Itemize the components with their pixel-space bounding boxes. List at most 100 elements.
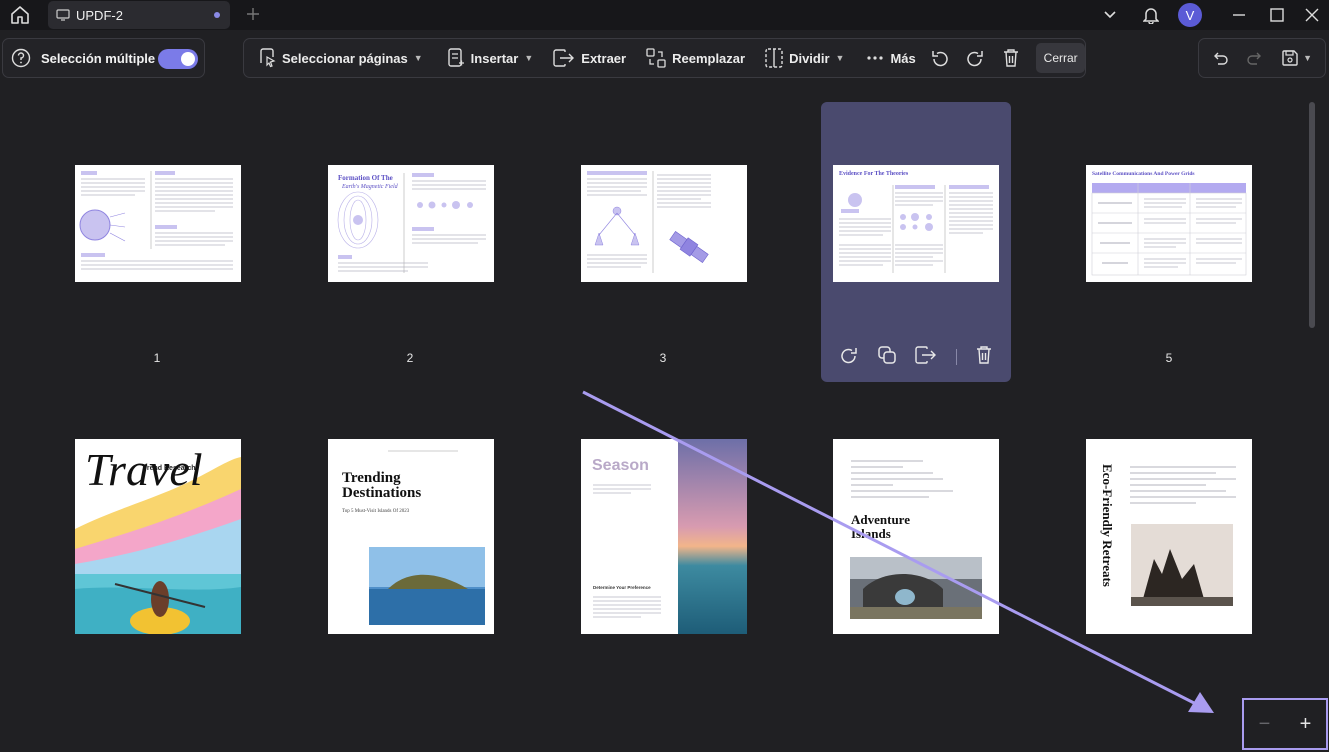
updf-organize-window: UPDF-2 V Selección múltiple Seleccionar …: [0, 0, 1329, 752]
duplicate-icon: [878, 345, 897, 364]
chevron-down-icon: ▼: [413, 53, 423, 63]
select-pages-button[interactable]: Seleccionar páginas ▼: [252, 43, 429, 73]
page-cell-6[interactable]: Trend Research Travel 6: [62, 435, 252, 685]
rotate-page-button[interactable]: [839, 345, 859, 370]
redo-button[interactable]: [1242, 43, 1268, 73]
select-pages-label: Seleccionar páginas: [282, 50, 408, 66]
help-icon[interactable]: [11, 48, 31, 68]
page-cell-4[interactable]: Evidence For The Theories: [821, 102, 1011, 382]
insert-button[interactable]: Insertar ▼: [441, 43, 540, 73]
insert-label: Insertar: [470, 50, 519, 66]
new-tab-button[interactable]: [242, 3, 264, 25]
home-icon: [11, 6, 29, 24]
page-cell-1[interactable]: 1: [62, 102, 252, 382]
thumb-title: Season: [592, 457, 649, 474]
tabs-dropdown-button[interactable]: [1095, 2, 1125, 28]
page-number: 3: [659, 351, 667, 365]
page-cell-3[interactable]: 3: [568, 102, 758, 382]
document-tab-icon: [56, 9, 70, 21]
extract-icon: [553, 49, 575, 67]
page-thumbnail[interactable]: Trend Research Travel: [75, 439, 241, 634]
zoom-in-button[interactable]: +: [1291, 713, 1321, 736]
page-thumbnail[interactable]: Season Determine Your Preference: [581, 439, 747, 634]
trash-icon: [1003, 49, 1018, 67]
duplicate-page-button[interactable]: [877, 345, 897, 370]
rotate-right-icon: [967, 51, 983, 67]
close-organize-button[interactable]: Cerrar: [1036, 43, 1085, 73]
page-cell-8[interactable]: Season Determine Your Preference 8: [568, 435, 758, 685]
split-button[interactable]: Dividir ▼: [759, 43, 850, 73]
title-bar: UPDF-2 V: [0, 0, 1329, 30]
page-thumbnail[interactable]: Trending Destinations Top 5 Must-Visit I…: [328, 439, 494, 634]
page-thumbnail[interactable]: Eco-Friendly Retreats: [1086, 439, 1252, 634]
multi-select-label: Selección múltiple: [41, 50, 156, 66]
extract-button[interactable]: Extraer: [547, 43, 632, 73]
page-cell-10[interactable]: Eco-Friendly Retreats 10: [1074, 435, 1264, 685]
save-button[interactable]: ▼: [1277, 43, 1317, 73]
redo-icon: [1247, 52, 1261, 65]
replace-icon: [646, 48, 666, 68]
zoom-out-button[interactable]: −: [1250, 713, 1280, 736]
page-cell-7[interactable]: Trending Destinations Top 5 Must-Visit I…: [315, 435, 505, 685]
rotate-right-button[interactable]: [957, 43, 993, 73]
more-button[interactable]: Más: [860, 43, 921, 73]
undo-button[interactable]: [1207, 43, 1233, 73]
extract-icon: [915, 345, 937, 364]
thumb-title: Adventure Islands: [851, 512, 910, 541]
page-tools-panel: Seleccionar páginas ▼ Insertar ▼ Extraer…: [243, 38, 1086, 78]
user-avatar[interactable]: V: [1178, 3, 1202, 27]
replace-label: Reemplazar: [672, 50, 746, 66]
close-icon: [1305, 8, 1319, 22]
replace-button[interactable]: Reemplazar: [640, 43, 751, 73]
page-number: 1: [153, 351, 161, 365]
undo-icon: [1214, 52, 1229, 65]
plus-icon: [247, 8, 259, 20]
page-thumbnail[interactable]: Evidence For The Theories: [833, 165, 999, 282]
page-thumbnail[interactable]: [75, 165, 241, 282]
page-number: 5: [1165, 351, 1173, 365]
extract-label: Extraer: [581, 50, 627, 66]
split-icon: [765, 48, 783, 68]
home-button[interactable]: [8, 4, 32, 26]
rotate-left-button[interactable]: [922, 43, 958, 73]
page-cell-2[interactable]: Formation Of The Earth's Magnetic Field …: [315, 102, 505, 382]
split-label: Dividir: [789, 50, 830, 66]
actions-divider: [955, 349, 957, 365]
vertical-scrollbar[interactable]: [1309, 102, 1315, 328]
unsaved-dot-icon: [214, 12, 220, 18]
page-thumbnail[interactable]: Satellite Communications And Power Grids: [1086, 165, 1252, 282]
chevron-down-icon: [1104, 11, 1116, 19]
organize-toolbar: Selección múltiple Seleccionar páginas ▼…: [0, 36, 1329, 82]
chevron-down-icon: ▼: [524, 53, 534, 63]
page-cell-9[interactable]: Adventure Islands 9: [821, 435, 1011, 685]
document-tab[interactable]: UPDF-2: [48, 1, 230, 29]
maximize-icon: [1270, 8, 1284, 22]
extract-page-button[interactable]: [915, 345, 937, 369]
more-label: Más: [890, 50, 916, 66]
page-cell-5[interactable]: Satellite Communications And Power Grids…: [1074, 102, 1264, 382]
minimize-button[interactable]: [1224, 2, 1254, 28]
page-thumbnail-grid: 1 Formation Of The Earth's Magnetic Fiel…: [0, 90, 1300, 730]
close-window-button[interactable]: [1297, 2, 1327, 28]
zoom-controls: − +: [1242, 698, 1328, 750]
chevron-down-icon: ▼: [835, 53, 845, 63]
page-thumbnail[interactable]: Adventure Islands: [833, 439, 999, 634]
rotate-right-icon: [841, 347, 857, 363]
bell-icon: [1143, 8, 1159, 24]
save-icon: [1282, 50, 1298, 66]
multi-select-panel: Selección múltiple: [2, 38, 205, 78]
thumb-title: Travel: [85, 444, 203, 495]
trash-icon: [976, 345, 991, 364]
notifications-button[interactable]: [1136, 2, 1166, 28]
page-thumbnail[interactable]: Formation Of The Earth's Magnetic Field: [328, 165, 494, 282]
page-thumbnail[interactable]: [581, 165, 747, 282]
maximize-button[interactable]: [1262, 2, 1292, 28]
more-dots-icon: [867, 56, 884, 60]
rotate-left-icon: [931, 51, 948, 67]
document-tab-label: UPDF-2: [76, 7, 123, 23]
page-actions-bar: [821, 342, 1011, 372]
delete-page-button[interactable]: [975, 345, 993, 370]
delete-pages-button[interactable]: [993, 43, 1029, 73]
multi-select-toggle[interactable]: [158, 49, 198, 69]
select-pages-icon: [260, 48, 276, 68]
